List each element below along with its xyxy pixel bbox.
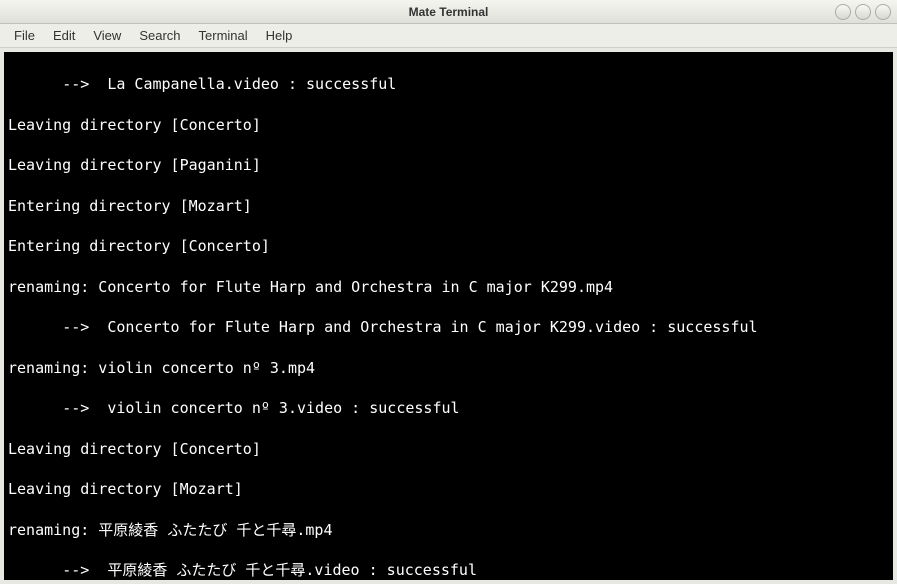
menu-view[interactable]: View [85, 26, 129, 45]
terminal-line: --> violin concerto nº 3.video : success… [8, 398, 889, 418]
close-button[interactable] [875, 4, 891, 20]
menu-help[interactable]: Help [258, 26, 301, 45]
window-title: Mate Terminal [409, 5, 489, 19]
terminal-line: --> 平原綾香 ふたたび 千と千尋.video : successful [8, 560, 889, 580]
maximize-button[interactable] [855, 4, 871, 20]
terminal-line: Leaving directory [Mozart] [8, 479, 889, 499]
menu-terminal[interactable]: Terminal [191, 26, 256, 45]
terminal-line: Entering directory [Mozart] [8, 196, 889, 216]
terminal-line: renaming: 平原綾香 ふたたび 千と千尋.mp4 [8, 520, 889, 540]
terminal-line: Leaving directory [Paganini] [8, 155, 889, 175]
menu-search[interactable]: Search [131, 26, 188, 45]
terminal-output[interactable]: --> La Campanella.video : successful Lea… [2, 50, 895, 582]
menu-edit[interactable]: Edit [45, 26, 83, 45]
terminal-line: --> La Campanella.video : successful [8, 74, 889, 94]
minimize-button[interactable] [835, 4, 851, 20]
terminal-line: Entering directory [Concerto] [8, 236, 889, 256]
terminal-line: renaming: Concerto for Flute Harp and Or… [8, 277, 889, 297]
terminal-line: renaming: violin concerto nº 3.mp4 [8, 358, 889, 378]
menu-file[interactable]: File [6, 26, 43, 45]
titlebar-controls [835, 4, 891, 20]
terminal-line: Leaving directory [Concerto] [8, 439, 889, 459]
menubar: File Edit View Search Terminal Help [0, 24, 897, 48]
titlebar: Mate Terminal [0, 0, 897, 24]
terminal-line: Leaving directory [Concerto] [8, 115, 889, 135]
terminal-line: --> Concerto for Flute Harp and Orchestr… [8, 317, 889, 337]
